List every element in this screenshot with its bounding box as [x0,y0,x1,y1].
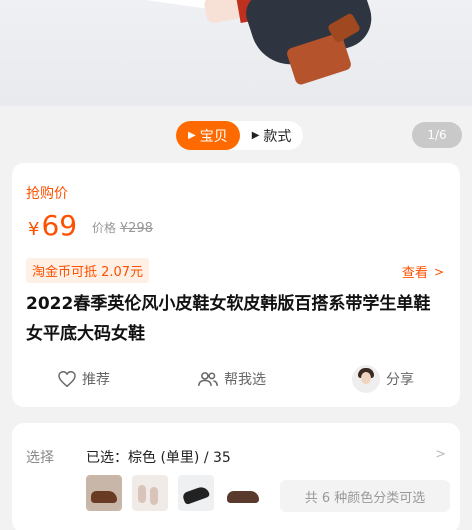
help-choose-label: 帮我选 [224,372,266,388]
original-price: 价格 ¥298 [92,219,153,236]
recommend-label: 推荐 [82,372,110,388]
price-card: 抢购价 ¥ 69 价格 ¥298 淘金币可抵 2.07元 查看 > 2022春季… [12,163,460,407]
people-icon [198,372,218,386]
coin-discount-badge[interactable]: 淘金币可抵 2.07元 [26,258,150,283]
heart-icon [58,371,76,387]
view-label: 查看 [401,266,428,281]
original-price-label: 价格 [92,221,117,235]
color-thumbnail[interactable] [132,475,168,511]
currency-symbol: ¥ [28,219,40,240]
share-button[interactable]: 分享 [352,365,414,393]
original-price-value: ¥298 [119,221,153,236]
selection-label: 选择 [26,450,54,466]
chevron-right-icon: > [433,264,444,279]
recommend-button[interactable]: 推荐 [58,369,110,389]
color-options-count[interactable]: 共 6 种颜色分类可选 [280,480,450,512]
color-thumbnail[interactable] [224,475,260,511]
play-icon: ▶ [251,130,260,141]
help-choose-button[interactable]: 帮我选 [198,369,266,389]
price-label: 抢购价 [26,186,68,202]
view-link[interactable]: 查看 > [401,262,444,282]
tab-product[interactable]: ▶ 宝贝 [176,121,240,150]
price-value: 69 [41,209,78,242]
product-image[interactable] [0,0,472,106]
selection-value: 已选：棕色 (单里) / 35 [86,450,231,466]
share-label: 分享 [386,372,414,388]
image-pager: 1/6 [412,122,462,148]
color-thumbnail[interactable] [178,475,214,511]
tab-product-label: 宝贝 [199,128,228,145]
tab-style[interactable]: ▶ 款式 [240,121,304,150]
action-bar: 推荐 帮我选 分享 [12,365,460,395]
selection-card[interactable]: 选择 已选：棕色 (单里) / 35 > 共 6 种颜色分类可选 [12,423,460,530]
current-price: ¥ 69 [28,209,77,242]
color-thumbnails [86,475,270,511]
media-switcher: ▶ 宝贝 ▶ 款式 [176,121,304,150]
chevron-right-icon: > [435,447,446,462]
play-icon: ▶ [188,130,196,141]
avatar [352,365,380,393]
color-thumbnail[interactable] [86,475,122,511]
tab-style-label: 款式 [263,128,292,145]
product-title: 2022春季英伦风小皮鞋女软皮韩版百搭系带学生单鞋女平底大码女鞋 [26,294,431,344]
